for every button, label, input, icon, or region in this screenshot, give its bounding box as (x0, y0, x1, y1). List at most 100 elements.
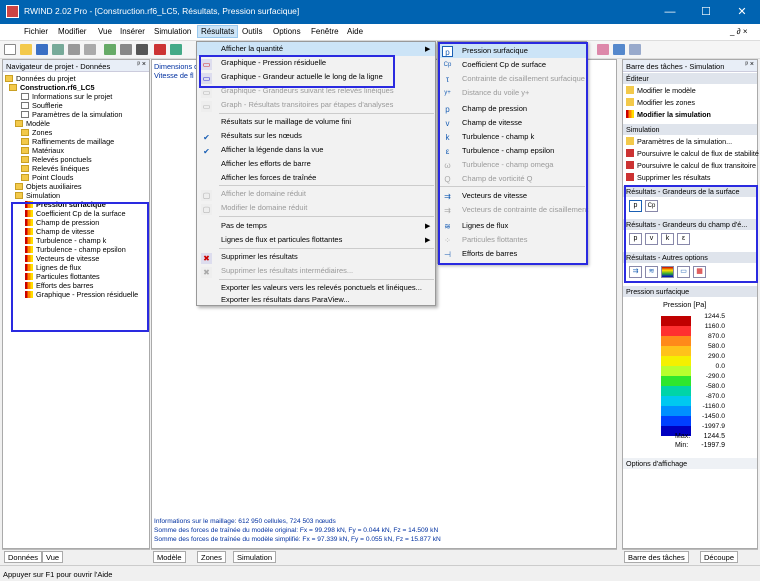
menu-simulation[interactable]: Simulation (154, 27, 191, 36)
task-delete-results[interactable]: Supprimer les résultats (626, 173, 711, 183)
menu-item-graph-transient-disabled: Graph - Résultats transitoires par étape… (221, 100, 394, 109)
app-icon (6, 5, 19, 18)
menu-resultats[interactable]: Résultats (197, 25, 239, 38)
menu-item-drag-forces[interactable]: Afficher les forces de traînée (221, 171, 316, 185)
status-bar: Appuyer sur F1 pour ouvrir l'Aide (0, 565, 760, 581)
menu-item-reduced-domain-disabled: Afficher le domaine réduit (221, 189, 306, 198)
graph-icon: ▭ (201, 87, 212, 98)
legend-color-swatch (661, 356, 691, 366)
redo-icon[interactable] (84, 44, 96, 55)
taskpane-pin-icon[interactable]: ᵖ × (745, 61, 754, 68)
drag-original: Somme des forces de traînée du modèle or… (154, 527, 439, 534)
menu-outils[interactable]: Outils (242, 27, 262, 36)
legend-value: -870.0 (705, 393, 725, 400)
tab-taskbar[interactable]: Barre des tâches (624, 551, 689, 563)
menu-separator (219, 279, 434, 280)
menu-item-delete-intermediate-disabled: Supprimer les résultats intermédiaires..… (221, 266, 354, 275)
undo-icon[interactable] (68, 44, 80, 55)
menu-separator (219, 248, 434, 249)
mdi-controls[interactable]: _ ∂ × (730, 27, 748, 36)
tree-item[interactable]: Objets auxiliaires (15, 182, 82, 191)
task-sim-params[interactable]: Paramètres de la simulation... (626, 137, 732, 147)
quantity-submenu: p Pression surfacique Cp Coefficient Cp … (437, 41, 588, 265)
tree-item[interactable]: Raffinements de maillage (21, 137, 114, 146)
tree-item[interactable]: Informations sur le projet (21, 92, 112, 101)
print-icon[interactable] (52, 44, 64, 55)
legend-unit: Pression [Pa] (663, 300, 707, 309)
save-icon[interactable] (36, 44, 48, 55)
navigator-header: Navigateur de projet - Données ᵖ × (3, 60, 149, 72)
section-editeur[interactable]: Éditeur (623, 73, 757, 84)
highlight-box (11, 202, 149, 332)
open-icon[interactable] (20, 44, 32, 55)
tree-item[interactable]: Matériaux (21, 146, 64, 155)
menu-item-streamlines[interactable]: Lignes de flux et particules flottantes (221, 233, 342, 247)
menu-item-afficher-quantite[interactable]: Afficher la quantité (197, 42, 435, 56)
legend-value: -1997.9 (701, 423, 725, 430)
model-icon[interactable] (170, 44, 182, 55)
menu-vue[interactable]: Vue (98, 27, 112, 36)
minimize-button[interactable]: — (652, 0, 688, 24)
menu-item-legend[interactable]: Afficher la légende dans la vue (221, 143, 323, 157)
legend-min-label: Min: (675, 442, 689, 449)
navigator-pin-icon[interactable]: ᵖ × (137, 61, 146, 68)
close-button[interactable]: ✕ (724, 0, 760, 24)
menu-fichier[interactable]: Fichier (24, 27, 48, 36)
task-edit-model[interactable]: Modifier le modèle (626, 86, 696, 96)
tab-decoupe[interactable]: Découpe (700, 551, 739, 563)
tree-item[interactable]: Relevés ponctuels (21, 155, 92, 164)
menu-fenetre[interactable]: Fenêtre (311, 27, 339, 36)
tab-donnees[interactable]: Données (4, 551, 43, 563)
tree-item[interactable]: Paramètres de la simulation (21, 110, 122, 119)
tree-item[interactable]: Construction.rf6_LC5 (9, 83, 95, 92)
tree-item[interactable]: Relevés linéiques (21, 164, 89, 173)
color-icon[interactable] (597, 44, 609, 55)
table-icon[interactable] (136, 44, 148, 55)
menu-item-edit-domain-disabled: Modifier le domaine réduit (221, 203, 308, 212)
task-continue-transient[interactable]: Poursuivre le calcul de flux transitoire (626, 161, 756, 171)
grid-icon[interactable] (120, 44, 132, 55)
menu-separator (219, 113, 434, 114)
section-simulation[interactable]: Simulation (623, 124, 757, 135)
menu-item-fv-mesh[interactable]: Résultats sur le maillage de volume fini (221, 115, 351, 129)
new-icon[interactable] (4, 44, 16, 55)
tree-item[interactable]: Modèle (15, 119, 50, 128)
menu-aide[interactable]: Aide (347, 27, 363, 36)
legend-value: 0.0 (715, 363, 725, 370)
tree-item[interactable]: Données du projet (5, 74, 76, 83)
highlight-box (438, 42, 588, 265)
legend-max: 1244.5 (703, 433, 725, 440)
tab-zones[interactable]: Zones (197, 551, 226, 563)
menu-item-export-paraview[interactable]: Exporter les résultats dans ParaView... (221, 293, 350, 307)
tree-item[interactable]: Zones (21, 128, 52, 137)
taskpane-tabs: Barre des tâches Découpe (622, 549, 758, 563)
render-icon[interactable] (613, 44, 625, 55)
tab-vue[interactable]: Vue (42, 551, 64, 563)
menu-item-nodes[interactable]: Résultats sur les nœuds (221, 129, 302, 143)
tab-simulation[interactable]: Simulation (233, 551, 277, 563)
section-display-options[interactable]: Options d'affichage (623, 458, 757, 469)
tree-item[interactable]: Simulation (15, 191, 60, 200)
menu-inserer[interactable]: Insérer (120, 27, 145, 36)
mesh-icon[interactable] (104, 44, 116, 55)
menu-item-member-forces[interactable]: Afficher les efforts de barre (221, 157, 311, 171)
navigator-tabs: Données Vue (2, 549, 150, 563)
tree-item[interactable]: Point Clouds (21, 173, 73, 182)
delete-results-icon: ✖ (201, 253, 212, 264)
menu-options[interactable]: Options (273, 27, 301, 36)
highlight-box (624, 185, 758, 283)
menu-modifier[interactable]: Modifier (58, 27, 86, 36)
menu-separator (219, 185, 434, 186)
task-edit-simulation[interactable]: Modifier la simulation (626, 110, 711, 120)
task-edit-zones[interactable]: Modifier les zones (626, 98, 695, 108)
view-icon[interactable] (629, 44, 641, 55)
results-icon[interactable] (154, 44, 166, 55)
task-continue-steady[interactable]: Poursuivre le calcul de flux de stabilit… (626, 149, 759, 159)
viewport-line: Dimensions d (154, 62, 199, 71)
legend-value: -290.0 (705, 373, 725, 380)
tree-item[interactable]: Soufflerie (21, 101, 63, 110)
menu-item-time-steps[interactable]: Pas de temps (221, 219, 267, 233)
menu-item-delete-results[interactable]: Supprimer les résultats (221, 250, 298, 264)
tab-modele[interactable]: Modèle (153, 551, 186, 563)
maximize-button[interactable]: ☐ (688, 0, 724, 24)
